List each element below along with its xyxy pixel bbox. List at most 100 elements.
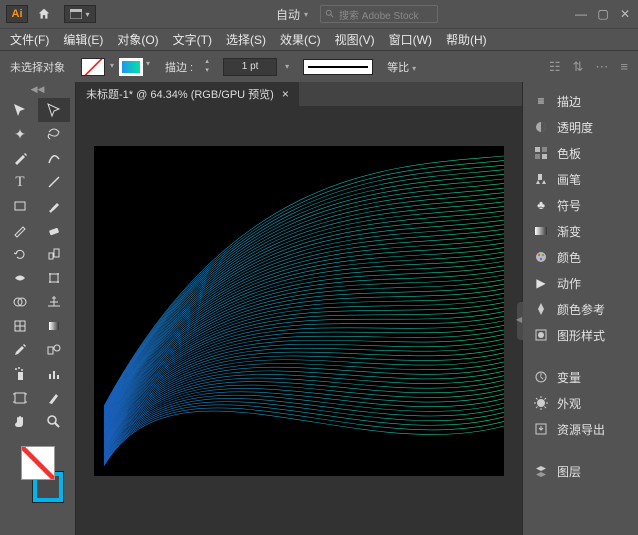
document-tab-title: 未标题-1* @ 64.34% (RGB/GPU 预览) bbox=[86, 86, 274, 102]
width-tool[interactable] bbox=[4, 266, 36, 290]
panel-brushes[interactable]: 画笔 bbox=[523, 166, 638, 192]
artboard bbox=[94, 146, 504, 476]
blend-artwork bbox=[94, 146, 504, 476]
preferences-icon[interactable]: ⋯ bbox=[595, 59, 608, 75]
panel-graphic-styles[interactable]: 图形样式 bbox=[523, 322, 638, 348]
brushes-icon bbox=[533, 171, 549, 187]
zoom-tool[interactable] bbox=[38, 410, 70, 434]
menu-view[interactable]: 视图(V) bbox=[329, 31, 381, 48]
home-button[interactable] bbox=[32, 4, 56, 24]
type-tool[interactable]: T bbox=[4, 170, 36, 194]
minimize-button[interactable]: — bbox=[574, 7, 588, 21]
panel-label: 图形样式 bbox=[557, 327, 605, 344]
stock-search-input[interactable]: 搜索 Adobe Stock bbox=[320, 5, 438, 23]
panel-label: 颜色 bbox=[557, 249, 581, 266]
tools-collapse[interactable]: ◀◀ bbox=[0, 82, 75, 96]
fill-swatch-dropdown[interactable] bbox=[81, 58, 105, 76]
direct-selection-tool[interactable] bbox=[38, 98, 70, 122]
close-window-button[interactable]: ✕ bbox=[618, 7, 632, 21]
graphic-styles-icon bbox=[533, 327, 549, 343]
panel-symbols[interactable]: ♣符号 bbox=[523, 192, 638, 218]
stroke-icon: ≡ bbox=[533, 93, 549, 109]
selection-tool[interactable] bbox=[4, 98, 36, 122]
curvature-tool[interactable] bbox=[38, 146, 70, 170]
menu-help[interactable]: 帮助(H) bbox=[440, 31, 493, 48]
document-tabs: 未标题-1* @ 64.34% (RGB/GPU 预览) × bbox=[76, 82, 522, 106]
rotate-tool[interactable] bbox=[4, 242, 36, 266]
align-icon[interactable]: ☷ bbox=[549, 59, 561, 75]
maximize-button[interactable]: ▢ bbox=[596, 7, 610, 21]
symbol-sprayer-tool[interactable] bbox=[4, 362, 36, 386]
panel-stroke[interactable]: ≡ 描边 bbox=[523, 88, 638, 114]
eyedropper-tool[interactable] bbox=[4, 338, 36, 362]
selection-status: 未选择对象 bbox=[10, 59, 65, 75]
menu-select[interactable]: 选择(S) bbox=[220, 31, 272, 48]
lasso-tool[interactable] bbox=[38, 122, 70, 146]
stroke-weight-input[interactable]: 1 pt bbox=[223, 58, 277, 76]
transparency-icon bbox=[533, 119, 549, 135]
line-tool[interactable] bbox=[38, 170, 70, 194]
menu-effect[interactable]: 效果(C) bbox=[274, 31, 327, 48]
free-transform-tool[interactable] bbox=[38, 266, 70, 290]
blend-tool[interactable] bbox=[38, 338, 70, 362]
transform-icon[interactable]: ⇅ bbox=[573, 59, 584, 75]
panel-actions[interactable]: ▶动作 bbox=[523, 270, 638, 296]
panel-label: 符号 bbox=[557, 197, 581, 214]
document-tab[interactable]: 未标题-1* @ 64.34% (RGB/GPU 预览) × bbox=[76, 82, 299, 106]
profile-scale-dropdown[interactable]: 等比 bbox=[387, 59, 416, 75]
brush-tool[interactable] bbox=[38, 194, 70, 218]
stroke-weight-down[interactable]: ▾ bbox=[201, 67, 213, 76]
shape-builder-tool[interactable] bbox=[4, 290, 36, 314]
menu-type[interactable]: 文字(T) bbox=[167, 31, 218, 48]
perspective-tool[interactable] bbox=[38, 290, 70, 314]
gradient-tool[interactable] bbox=[38, 314, 70, 338]
stroke-profile-dropdown[interactable] bbox=[303, 59, 373, 75]
app-logo: Ai bbox=[6, 5, 28, 23]
panel-asset-export[interactable]: 资源导出 bbox=[523, 416, 638, 442]
panel-label: 图层 bbox=[557, 463, 581, 480]
slice-tool[interactable] bbox=[38, 386, 70, 410]
stroke-weight-up[interactable]: ▴ bbox=[201, 58, 213, 67]
fill-stroke-indicator[interactable] bbox=[0, 442, 75, 506]
panel-expand-grip[interactable] bbox=[517, 302, 523, 340]
canvas[interactable] bbox=[76, 106, 522, 535]
workspace-switcher[interactable]: 自动 bbox=[276, 6, 308, 23]
panel-swatches[interactable]: 色板 bbox=[523, 140, 638, 166]
home-icon bbox=[37, 7, 51, 21]
panel-color[interactable]: 颜色 bbox=[523, 244, 638, 270]
arrange-icon bbox=[70, 9, 82, 19]
tab-close-button[interactable]: × bbox=[282, 87, 289, 101]
mesh-tool[interactable] bbox=[4, 314, 36, 338]
panel-label: 描边 bbox=[557, 93, 581, 110]
eraser-tool[interactable] bbox=[38, 218, 70, 242]
panel-layers[interactable]: 图层 bbox=[523, 458, 638, 484]
panel-variables[interactable]: 变量 bbox=[523, 364, 638, 390]
menu-file[interactable]: 文件(F) bbox=[4, 31, 55, 48]
tools-panel: ◀◀ ✦ T bbox=[0, 82, 76, 535]
hand-tool[interactable] bbox=[4, 410, 36, 434]
panel-gradient[interactable]: 渐变 bbox=[523, 218, 638, 244]
panel-label: 颜色参考 bbox=[557, 301, 605, 318]
fill-indicator[interactable] bbox=[21, 446, 55, 480]
panel-label: 色板 bbox=[557, 145, 581, 162]
document-arrange-dropdown[interactable] bbox=[64, 5, 96, 23]
magic-wand-tool[interactable]: ✦ bbox=[4, 122, 36, 146]
stroke-swatch-dropdown[interactable] bbox=[119, 58, 143, 76]
menu-object[interactable]: 对象(O) bbox=[111, 31, 164, 48]
scale-tool[interactable] bbox=[38, 242, 70, 266]
panel-label: 动作 bbox=[557, 275, 581, 292]
panel-color-guide[interactable]: 颜色参考 bbox=[523, 296, 638, 322]
pencil-tool[interactable] bbox=[4, 218, 36, 242]
menu-edit[interactable]: 编辑(E) bbox=[57, 31, 109, 48]
rectangle-tool[interactable] bbox=[4, 194, 36, 218]
panel-menu-icon[interactable]: ≡ bbox=[620, 59, 628, 75]
color-guide-icon bbox=[533, 301, 549, 317]
gradient-icon bbox=[533, 223, 549, 239]
panel-appearance[interactable]: 外观 bbox=[523, 390, 638, 416]
graph-tool[interactable] bbox=[38, 362, 70, 386]
stroke-weight-dropdown[interactable]: ▾ bbox=[285, 62, 289, 71]
panel-transparency[interactable]: 透明度 bbox=[523, 114, 638, 140]
pen-tool[interactable] bbox=[4, 146, 36, 170]
artboard-tool[interactable] bbox=[4, 386, 36, 410]
menu-window[interactable]: 窗口(W) bbox=[383, 31, 438, 48]
